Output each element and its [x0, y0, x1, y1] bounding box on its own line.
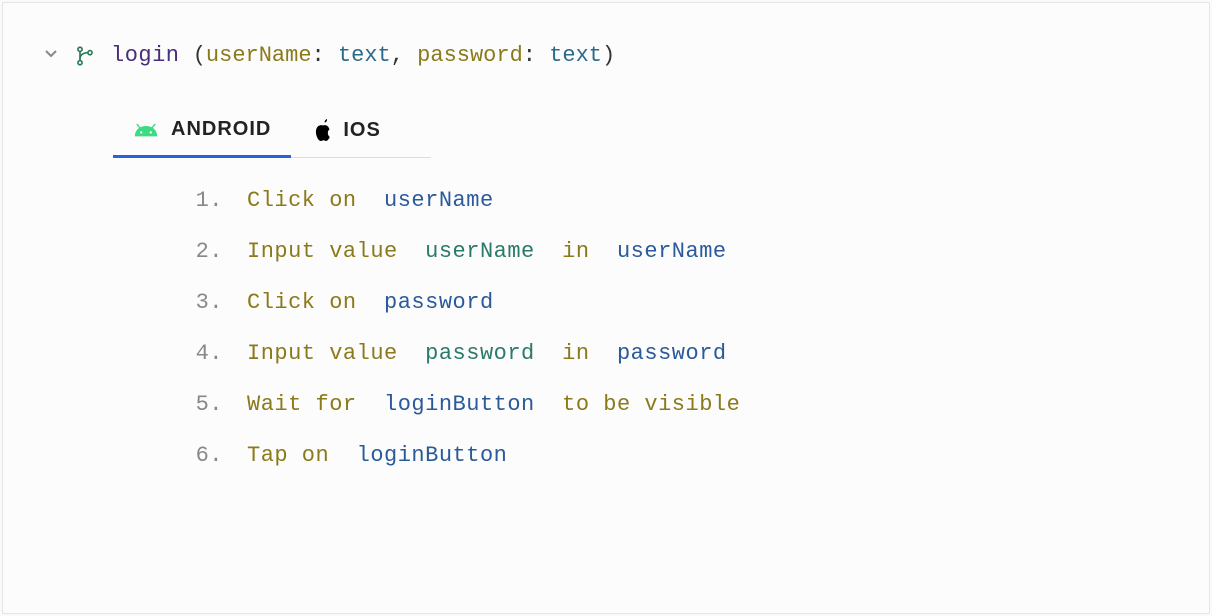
step-content: Click on password: [247, 290, 494, 315]
tab-label: IOS: [343, 119, 380, 142]
step-row[interactable]: 6. Tap on loginButton: [173, 443, 1169, 468]
step-token: Click on: [247, 188, 370, 213]
branch-icon: [75, 46, 95, 66]
step-token: userName: [603, 239, 726, 264]
step-row[interactable]: 2. Input value userName in userName: [173, 239, 1169, 264]
test-script-panel: login (userName: text, password: text) A…: [2, 2, 1210, 614]
step-content: Click on userName: [247, 188, 494, 213]
step-token: userName: [411, 239, 548, 264]
step-number: 5.: [173, 392, 223, 417]
step-token: in: [548, 239, 603, 264]
step-number: 2.: [173, 239, 223, 264]
step-token: loginButton: [343, 443, 507, 468]
step-token: Input value: [247, 341, 411, 366]
param-type: text: [549, 43, 602, 68]
step-token: Tap on: [247, 443, 343, 468]
step-row[interactable]: 3. Click on password: [173, 290, 1169, 315]
step-token: loginButton: [370, 392, 548, 417]
step-row[interactable]: 1. Click on userName: [173, 188, 1169, 213]
platform-tabs: ANDROID IOS: [113, 108, 431, 158]
tab-label: ANDROID: [171, 118, 271, 141]
step-token: password: [411, 341, 548, 366]
chevron-down-icon[interactable]: [43, 45, 59, 67]
step-number: 6.: [173, 443, 223, 468]
function-signature-row[interactable]: login (userName: text, password: text): [43, 43, 1169, 68]
step-number: 4.: [173, 341, 223, 366]
step-token: password: [370, 290, 493, 315]
step-token: userName: [370, 188, 493, 213]
apple-icon: [311, 119, 331, 143]
step-row[interactable]: 4. Input value password in password: [173, 341, 1169, 366]
step-token: password: [603, 341, 726, 366]
step-content: Input value password in password: [247, 341, 727, 366]
tab-ios[interactable]: IOS: [291, 108, 400, 157]
step-token: in: [548, 341, 603, 366]
android-icon: [133, 122, 159, 138]
step-number: 3.: [173, 290, 223, 315]
step-number: 1.: [173, 188, 223, 213]
step-content: Tap on loginButton: [247, 443, 507, 468]
param-name: userName: [206, 43, 312, 68]
function-name: login: [111, 43, 180, 68]
param-name: password: [417, 43, 523, 68]
function-signature: login (userName: text, password: text): [111, 43, 615, 68]
step-content: Input value userName in userName: [247, 239, 727, 264]
step-token: to be visible: [548, 392, 740, 417]
step-token: Click on: [247, 290, 370, 315]
step-token: Input value: [247, 239, 411, 264]
step-content: Wait for loginButton to be visible: [247, 392, 740, 417]
param-type: text: [338, 43, 391, 68]
step-row[interactable]: 5. Wait for loginButton to be visible: [173, 392, 1169, 417]
tab-android[interactable]: ANDROID: [113, 108, 291, 158]
steps-list: 1. Click on userName 2. Input value userNam…: [173, 188, 1169, 468]
step-token: Wait for: [247, 392, 370, 417]
